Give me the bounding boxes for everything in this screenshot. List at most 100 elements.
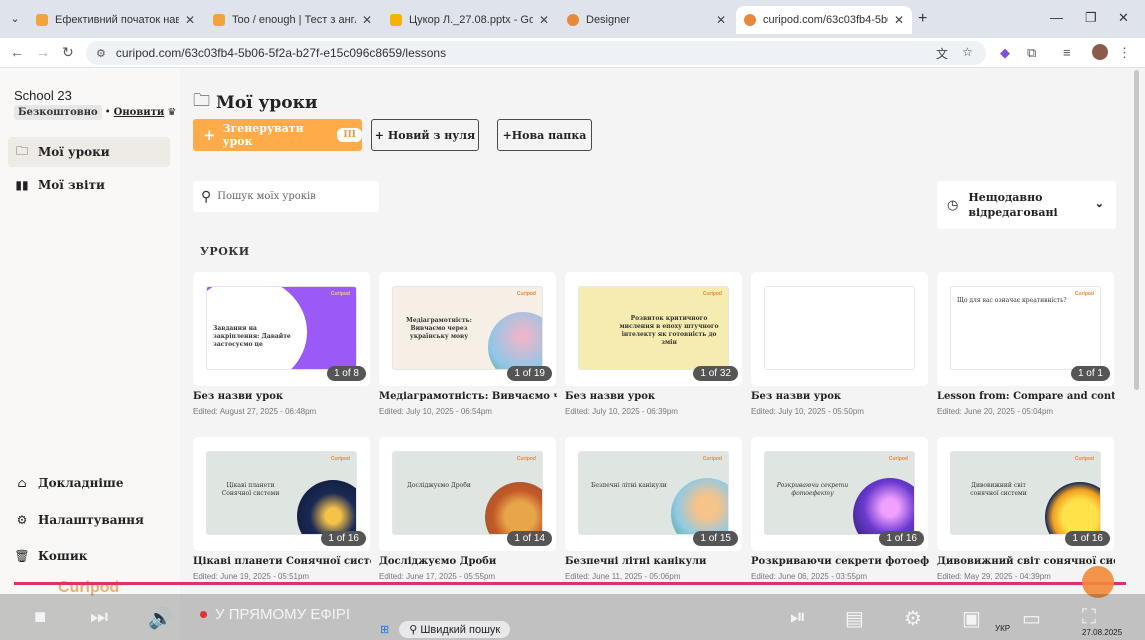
lesson-edited-date: Edited: June 20, 2025 - 05:04pm bbox=[937, 407, 1054, 416]
upgrade-link[interactable]: Оновити bbox=[114, 107, 165, 118]
sidebar-item-settings[interactable]: ⚙ Налаштування bbox=[8, 505, 170, 535]
theater-mode-icon[interactable]: ▭ bbox=[1022, 606, 1041, 631]
browser-tab-1[interactable]: Ефективний початок навчаль ✕ bbox=[28, 6, 203, 34]
media-control-icon[interactable]: ≡ bbox=[1063, 45, 1071, 60]
video-progress-bar[interactable] bbox=[14, 582, 1126, 585]
fullscreen-icon[interactable]: ⛶ bbox=[1082, 606, 1096, 629]
taskbar-search[interactable]: ⚲ Швидкий пошук bbox=[399, 620, 511, 638]
browser-tab-3[interactable]: Цукор Л._27.08.pptx - Google S ✕ bbox=[382, 6, 557, 34]
illustration-image bbox=[1045, 482, 1100, 534]
reload-icon[interactable]: ↻ bbox=[62, 44, 74, 61]
close-icon[interactable]: ✕ bbox=[539, 13, 549, 27]
sort-dropdown[interactable]: ◷ Нещодавно відредаговані ⌄ bbox=[937, 181, 1116, 229]
lesson-title[interactable]: Без назви урок bbox=[193, 391, 371, 402]
lesson-edited-date: Edited: July 10, 2025 - 06:54pm bbox=[379, 407, 492, 416]
sidebar-item-label: Докладніше bbox=[38, 476, 124, 490]
illustration-image bbox=[853, 478, 914, 534]
sidebar-item-my-lessons[interactable]: 🗀 Мої уроки bbox=[8, 137, 170, 167]
lesson-card[interactable] bbox=[751, 272, 928, 386]
translate-icon[interactable]: 文 bbox=[936, 45, 948, 62]
stop-icon[interactable]: ■ bbox=[34, 606, 46, 629]
tab-favicon-icon bbox=[36, 14, 48, 26]
illustration-image bbox=[297, 480, 356, 534]
lesson-card[interactable]: Curipod Що для вас означає креативність?… bbox=[937, 272, 1114, 386]
autoplay-toggle-icon[interactable]: ⏯ bbox=[790, 606, 806, 629]
settings-gear-icon[interactable]: ⚙ bbox=[904, 606, 922, 631]
sidebar-item-label: Мої звіти bbox=[38, 178, 105, 192]
page-count-badge: 1 of 16 bbox=[321, 531, 366, 546]
lesson-card[interactable]: Curipod Медіаграмотність: Вивчаємо через… bbox=[379, 272, 556, 386]
lesson-card[interactable]: Curipod Безпечні літні канікули 1 of 15 bbox=[565, 437, 742, 551]
lesson-title[interactable]: Lesson from: Compare and contr... bbox=[937, 391, 1115, 402]
page-count-badge: 1 of 1 bbox=[1070, 366, 1110, 381]
new-from-scratch-button[interactable]: + Новий з нуля bbox=[371, 119, 479, 151]
page-count-badge: 1 of 32 bbox=[693, 366, 738, 381]
windows-taskbar: ⊞ ⚲ Швидкий пошук bbox=[380, 618, 511, 640]
new-folder-button[interactable]: +Нова папка bbox=[497, 119, 592, 151]
extension-icon[interactable]: ◆ bbox=[1000, 45, 1010, 61]
lesson-edited-date: Edited: June 11, 2025 - 05:06pm bbox=[565, 572, 681, 581]
profile-avatar[interactable] bbox=[1092, 44, 1108, 60]
tab-title: Цукор Л._27.08.pptx - Google S bbox=[409, 14, 533, 26]
lesson-thumbnail: Curipod Дивовижний світ сонячної системи bbox=[950, 451, 1101, 535]
sidebar-item-trash[interactable]: 🗑 Кошик bbox=[8, 541, 170, 571]
address-bar: ← → ↻ ⚙ curipod.com/63c03fb4-5b06-5f2a-b… bbox=[0, 38, 1145, 68]
close-icon[interactable]: ✕ bbox=[362, 13, 372, 27]
lesson-title[interactable]: Цікаві планети Сонячної систем... bbox=[193, 556, 371, 567]
maximize-icon[interactable]: ❐ bbox=[1085, 10, 1097, 26]
search-input[interactable]: ⚲ Пошук моїх уроків bbox=[193, 181, 379, 212]
windows-start-icon[interactable]: ⊞ bbox=[380, 623, 389, 636]
lesson-title[interactable]: Досліджуємо Дроби bbox=[379, 556, 557, 567]
lesson-title[interactable]: Безпечні літні канікули bbox=[565, 556, 743, 567]
trash-icon: 🗑 bbox=[14, 549, 30, 563]
chevron-down-icon: ⌄ bbox=[1094, 197, 1104, 210]
bookmark-star-icon[interactable]: ☆ bbox=[962, 45, 973, 59]
language-indicator[interactable]: УКР bbox=[995, 624, 1010, 633]
window-close-icon[interactable]: ✕ bbox=[1118, 10, 1129, 26]
tab-search-chevron-icon[interactable]: ⌄ bbox=[6, 10, 24, 28]
puzzle-extensions-icon[interactable]: ⧉ bbox=[1027, 45, 1036, 61]
lesson-thumbnail: Curipod Що для вас означає креативність? bbox=[950, 286, 1101, 370]
url-field[interactable]: ⚙ curipod.com/63c03fb4-5b06-5f2a-b27f-e1… bbox=[86, 41, 986, 65]
close-icon[interactable]: ✕ bbox=[185, 13, 195, 27]
thumb-logo: Curipod bbox=[888, 456, 908, 462]
lesson-title[interactable]: Розкриваючи секрети фотоефекту bbox=[751, 556, 929, 567]
lesson-title[interactable]: Без назви урок bbox=[751, 391, 929, 402]
lesson-edited-date: Edited: July 10, 2025 - 05:50pm bbox=[751, 407, 864, 416]
back-arrow-icon[interactable]: ← bbox=[10, 44, 24, 60]
miniplayer-icon[interactable]: ▣ bbox=[962, 606, 981, 631]
more-menu-icon[interactable]: ⋮ bbox=[1118, 45, 1131, 61]
lesson-title[interactable]: Медіаграмотність: Вивчаємо чер... bbox=[379, 391, 557, 402]
new-tab-icon[interactable]: + bbox=[918, 10, 927, 28]
live-indicator: У ПРЯМОМУ ЕФІРІ bbox=[200, 606, 350, 623]
sidebar-item-my-reports[interactable]: ▮▮ Мої звіти bbox=[8, 170, 170, 200]
lesson-title[interactable]: Без назви урок bbox=[565, 391, 743, 402]
generate-lesson-button[interactable]: + Згенерувати урок III bbox=[193, 119, 362, 151]
close-icon[interactable]: ✕ bbox=[716, 13, 726, 27]
close-icon[interactable]: ✕ bbox=[894, 13, 904, 27]
sidebar-item-label: Налаштування bbox=[38, 513, 144, 527]
lesson-card[interactable]: Curipod Розкриваючи секрети фотоефекту 1… bbox=[751, 437, 928, 551]
tab-favicon-icon bbox=[744, 14, 756, 26]
lesson-card[interactable]: Curipod Цікаві планети Сонячної системи … bbox=[193, 437, 370, 551]
forward-arrow-icon[interactable]: → bbox=[36, 44, 50, 60]
lesson-title[interactable]: Дивовижний світ сонячної систе... bbox=[937, 556, 1115, 567]
subtitles-icon[interactable]: ▤ bbox=[845, 606, 864, 631]
lesson-thumbnail: Curipod Досліджуємо Дроби bbox=[392, 451, 543, 535]
skip-next-icon[interactable]: ⏭ bbox=[90, 606, 108, 629]
site-settings-icon[interactable]: ⚙ bbox=[96, 47, 106, 60]
minimize-icon[interactable]: — bbox=[1050, 10, 1063, 25]
sidebar-item-label: Мої уроки bbox=[38, 145, 110, 159]
lesson-card[interactable]: Curipod Досліджуємо Дроби 1 of 14 bbox=[379, 437, 556, 551]
lesson-card[interactable]: Curipod Розвиток критичного мислення в е… bbox=[565, 272, 742, 386]
scrollbar[interactable] bbox=[1134, 70, 1139, 390]
sidebar-item-learn-more[interactable]: ⌂ Докладніше bbox=[8, 468, 170, 498]
browser-tab-2[interactable]: Too / enough | Тест з англійсь ✕ bbox=[205, 6, 380, 34]
illustration-image bbox=[488, 312, 542, 369]
thumb-text: Розкриваючи секрети фотоефекту bbox=[776, 482, 849, 497]
browser-tab-4[interactable]: Designer ✕ bbox=[559, 6, 734, 34]
browser-tab-5[interactable]: curipod.com/63c03fb4-5b06-5f ✕ bbox=[736, 6, 912, 34]
lesson-card[interactable]: Curipod Дивовижний світ сонячної системи… bbox=[937, 437, 1114, 551]
volume-icon[interactable]: 🔊 bbox=[148, 606, 173, 631]
lesson-card[interactable]: Curipod Завдання на закріплення: Давайте… bbox=[193, 272, 370, 386]
